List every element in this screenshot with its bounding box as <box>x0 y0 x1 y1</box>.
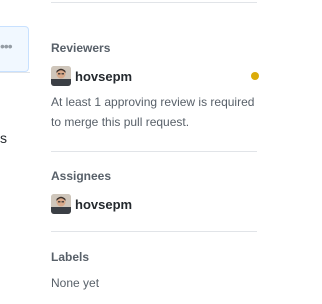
review-pending-icon <box>251 72 259 80</box>
user-avatar-icon <box>51 66 71 86</box>
reviewers-heading[interactable]: Reviewers <box>51 41 257 56</box>
reviewer-login[interactable]: hovsepm <box>75 69 132 84</box>
labels-value: None yet <box>51 276 100 290</box>
assignees-heading[interactable]: Assignees <box>51 169 257 184</box>
user-avatar-icon <box>51 194 71 214</box>
timeline-fragment: ••• s <box>0 0 30 304</box>
assignee-row[interactable]: hovsepm <box>51 194 257 214</box>
reviewers-section: Reviewers hovsepm At least 1 approving r… <box>51 41 259 132</box>
labels-section: Labels None yet <box>51 250 257 293</box>
divider <box>51 231 257 232</box>
divider <box>51 2 257 3</box>
assignees-section: Assignees hovsepm <box>51 169 257 214</box>
review-requirement-note: At least 1 approving review is required … <box>51 95 255 129</box>
divider <box>51 151 257 152</box>
labels-heading[interactable]: Labels <box>51 250 257 265</box>
reviewer-row[interactable]: hovsepm <box>51 66 259 86</box>
avatar[interactable] <box>51 194 71 214</box>
more-actions-icon[interactable]: ••• <box>0 39 13 53</box>
assignee-login[interactable]: hovsepm <box>75 197 132 212</box>
truncated-text: s <box>0 130 7 146</box>
avatar[interactable] <box>51 66 71 86</box>
divider <box>0 72 30 73</box>
